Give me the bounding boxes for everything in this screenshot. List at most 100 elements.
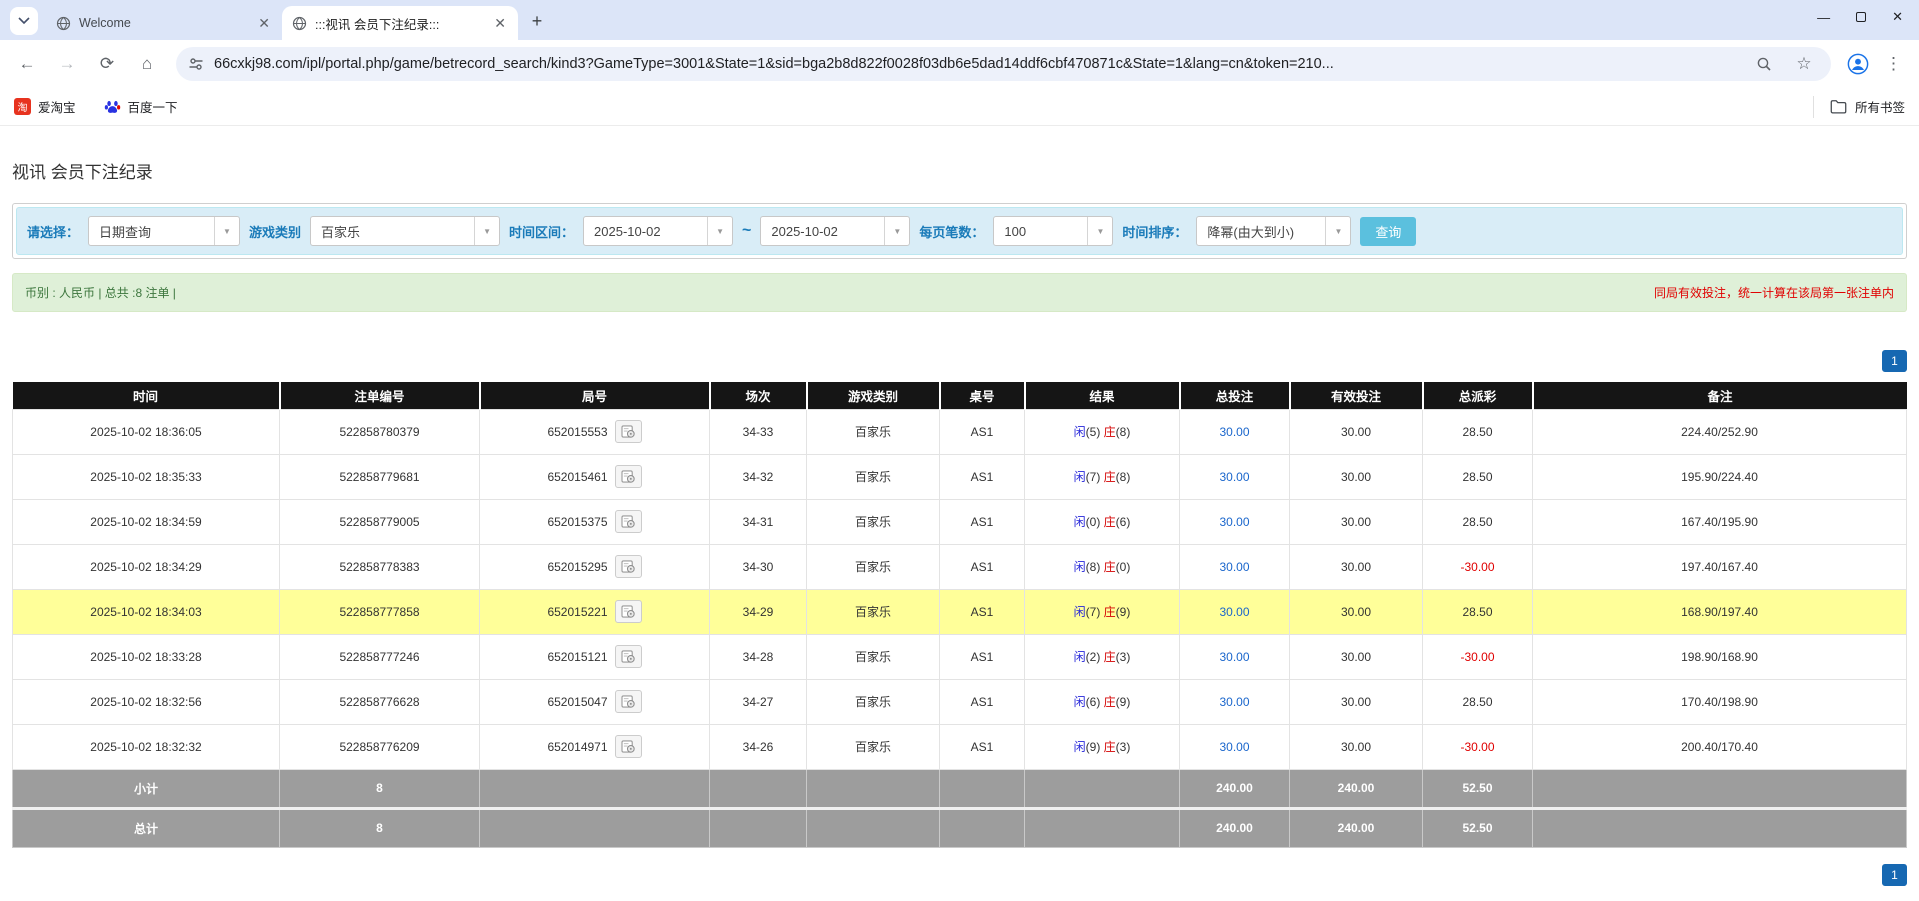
result-banker-points: (3) (1116, 650, 1131, 664)
url-text[interactable]: 66cxkj98.com/ipl/portal.php/game/betreco… (214, 56, 1739, 72)
cell-note: 167.40/195.90 (1533, 499, 1907, 544)
total-bet-link[interactable]: 30.00 (1219, 425, 1249, 439)
video-replay-button[interactable] (615, 510, 642, 533)
table-row: 2025-10-02 18:34:03522858777858652015221… (13, 589, 1907, 634)
film-icon (621, 695, 636, 708)
cell-result: 闲(7) 庄(9) (1025, 589, 1180, 634)
search-button[interactable]: 查询 (1360, 217, 1416, 246)
bookmark-aitaobao[interactable]: 淘 爱淘宝 (14, 97, 76, 116)
page-size-value: 100 (994, 217, 1087, 245)
table-footer: 小计8240.00240.0052.50总计8240.00240.0052.50 (13, 769, 1907, 847)
total-bet-link[interactable]: 30.00 (1219, 470, 1249, 484)
home-button[interactable]: ⌂ (130, 47, 164, 81)
date-from-select[interactable]: 2025-10-02 ▼ (583, 216, 733, 246)
dropdown-arrow-icon[interactable]: ▼ (1087, 217, 1112, 245)
reload-button[interactable]: ⟳ (90, 47, 124, 81)
cell-valid-bet: 30.00 (1290, 499, 1423, 544)
cell-table-number: AS1 (940, 409, 1025, 454)
result-banker-points: (3) (1116, 740, 1131, 754)
cell-session: 34-26 (710, 724, 807, 769)
footer-payout: 52.50 (1423, 808, 1533, 847)
chevron-down-icon (18, 17, 30, 25)
video-replay-button[interactable] (615, 465, 642, 488)
query-type-select[interactable]: 日期查询 ▼ (88, 216, 240, 246)
cell-session: 34-29 (710, 589, 807, 634)
cell-note: 197.40/167.40 (1533, 544, 1907, 589)
video-replay-button[interactable] (615, 735, 642, 758)
total-bet-link[interactable]: 30.00 (1219, 560, 1249, 574)
tab-welcome[interactable]: Welcome ✕ (46, 6, 282, 40)
all-bookmarks[interactable]: 所有书签 (1813, 96, 1905, 118)
dropdown-arrow-icon[interactable]: ▼ (884, 217, 909, 245)
cell-payout: 28.50 (1423, 499, 1533, 544)
cell-game-category: 百家乐 (807, 724, 940, 769)
footer-empty-cell (807, 769, 940, 808)
cell-time: 2025-10-02 18:32:32 (13, 724, 280, 769)
sort-select[interactable]: 降幂(由大到小) ▼ (1196, 216, 1351, 246)
zoom-search-icon[interactable] (1749, 49, 1779, 79)
cell-total-bet: 30.00 (1180, 679, 1290, 724)
round-number-wrap: 652015047 (480, 690, 709, 713)
tab-bet-records[interactable]: :::视讯 会员下注纪录::: ✕ (282, 6, 518, 40)
table-row: 2025-10-02 18:32:56522858776628652015047… (13, 679, 1907, 724)
close-window-button[interactable]: ✕ (1892, 9, 1903, 25)
video-replay-button[interactable] (615, 600, 642, 623)
pagination-top: 1 (12, 350, 1907, 372)
result-player-label: 闲 (1074, 470, 1086, 484)
cell-table-number: AS1 (940, 454, 1025, 499)
tab-close-icon[interactable]: ✕ (254, 15, 274, 32)
footer-label: 总计 (13, 808, 280, 847)
restore-button[interactable] (1856, 12, 1866, 22)
total-bet-link[interactable]: 30.00 (1219, 650, 1249, 664)
dropdown-arrow-icon[interactable]: ▼ (707, 217, 732, 245)
page-size-select[interactable]: 100 ▼ (993, 216, 1113, 246)
dropdown-arrow-icon[interactable]: ▼ (1325, 217, 1350, 245)
video-replay-button[interactable] (615, 420, 642, 443)
tab-close-icon[interactable]: ✕ (490, 15, 510, 32)
forward-button[interactable]: → (50, 47, 84, 81)
result-player-points: (7) (1086, 605, 1104, 619)
browser-menu-icon[interactable]: ⋮ (1879, 49, 1909, 79)
date-to-select[interactable]: 2025-10-02 ▼ (760, 216, 910, 246)
total-bet-link[interactable]: 30.00 (1219, 515, 1249, 529)
column-header: 局号 (480, 382, 710, 409)
cell-total-bet: 30.00 (1180, 724, 1290, 769)
video-replay-button[interactable] (615, 645, 642, 668)
cell-bet-number: 522858777246 (280, 634, 480, 679)
page-number-button[interactable]: 1 (1882, 864, 1907, 886)
new-tab-button[interactable]: + (524, 8, 550, 34)
cell-result: 闲(7) 庄(8) (1025, 454, 1180, 499)
dropdown-arrow-icon[interactable]: ▼ (474, 217, 499, 245)
cell-game-category: 百家乐 (807, 409, 940, 454)
round-number-text: 652015461 (547, 470, 607, 484)
dropdown-arrow-icon[interactable]: ▼ (214, 217, 239, 245)
column-header: 备注 (1533, 382, 1907, 409)
total-bet-link[interactable]: 30.00 (1219, 605, 1249, 619)
address-bar[interactable]: 66cxkj98.com/ipl/portal.php/game/betreco… (176, 47, 1831, 81)
bookmark-baidu[interactable]: 百度一下 (104, 97, 178, 116)
site-info-icon[interactable] (188, 56, 204, 72)
back-button[interactable]: ← (10, 47, 44, 81)
summary-bar: 币别 : 人民币 | 总共 :8 注单 | 同局有效投注，统一计算在该局第一张注… (12, 273, 1907, 312)
game-category-select[interactable]: 百家乐 ▼ (310, 216, 500, 246)
page-number-button[interactable]: 1 (1882, 350, 1907, 372)
cell-bet-number: 522858779681 (280, 454, 480, 499)
profile-avatar-icon[interactable] (1843, 49, 1873, 79)
video-replay-button[interactable] (615, 555, 642, 578)
table-header-row: 时间注单编号局号场次游戏类别桌号结果总投注有效投注总派彩备注 (13, 382, 1907, 409)
total-bet-link[interactable]: 30.00 (1219, 740, 1249, 754)
result-player-label: 闲 (1074, 560, 1086, 574)
query-type-value: 日期查询 (89, 217, 214, 245)
film-icon (621, 740, 636, 753)
result-player-label: 闲 (1074, 605, 1086, 619)
minimize-button[interactable]: — (1817, 10, 1830, 25)
cell-total-bet: 30.00 (1180, 589, 1290, 634)
tab-search-button[interactable] (10, 7, 38, 35)
cell-round-number: 652015295 (480, 544, 710, 589)
total-bet-link[interactable]: 30.00 (1219, 695, 1249, 709)
taobao-icon: 淘 (14, 98, 31, 115)
round-number-text: 652015121 (547, 650, 607, 664)
video-replay-button[interactable] (615, 690, 642, 713)
bookmark-star-icon[interactable]: ☆ (1789, 49, 1819, 79)
folder-icon (1830, 99, 1847, 114)
